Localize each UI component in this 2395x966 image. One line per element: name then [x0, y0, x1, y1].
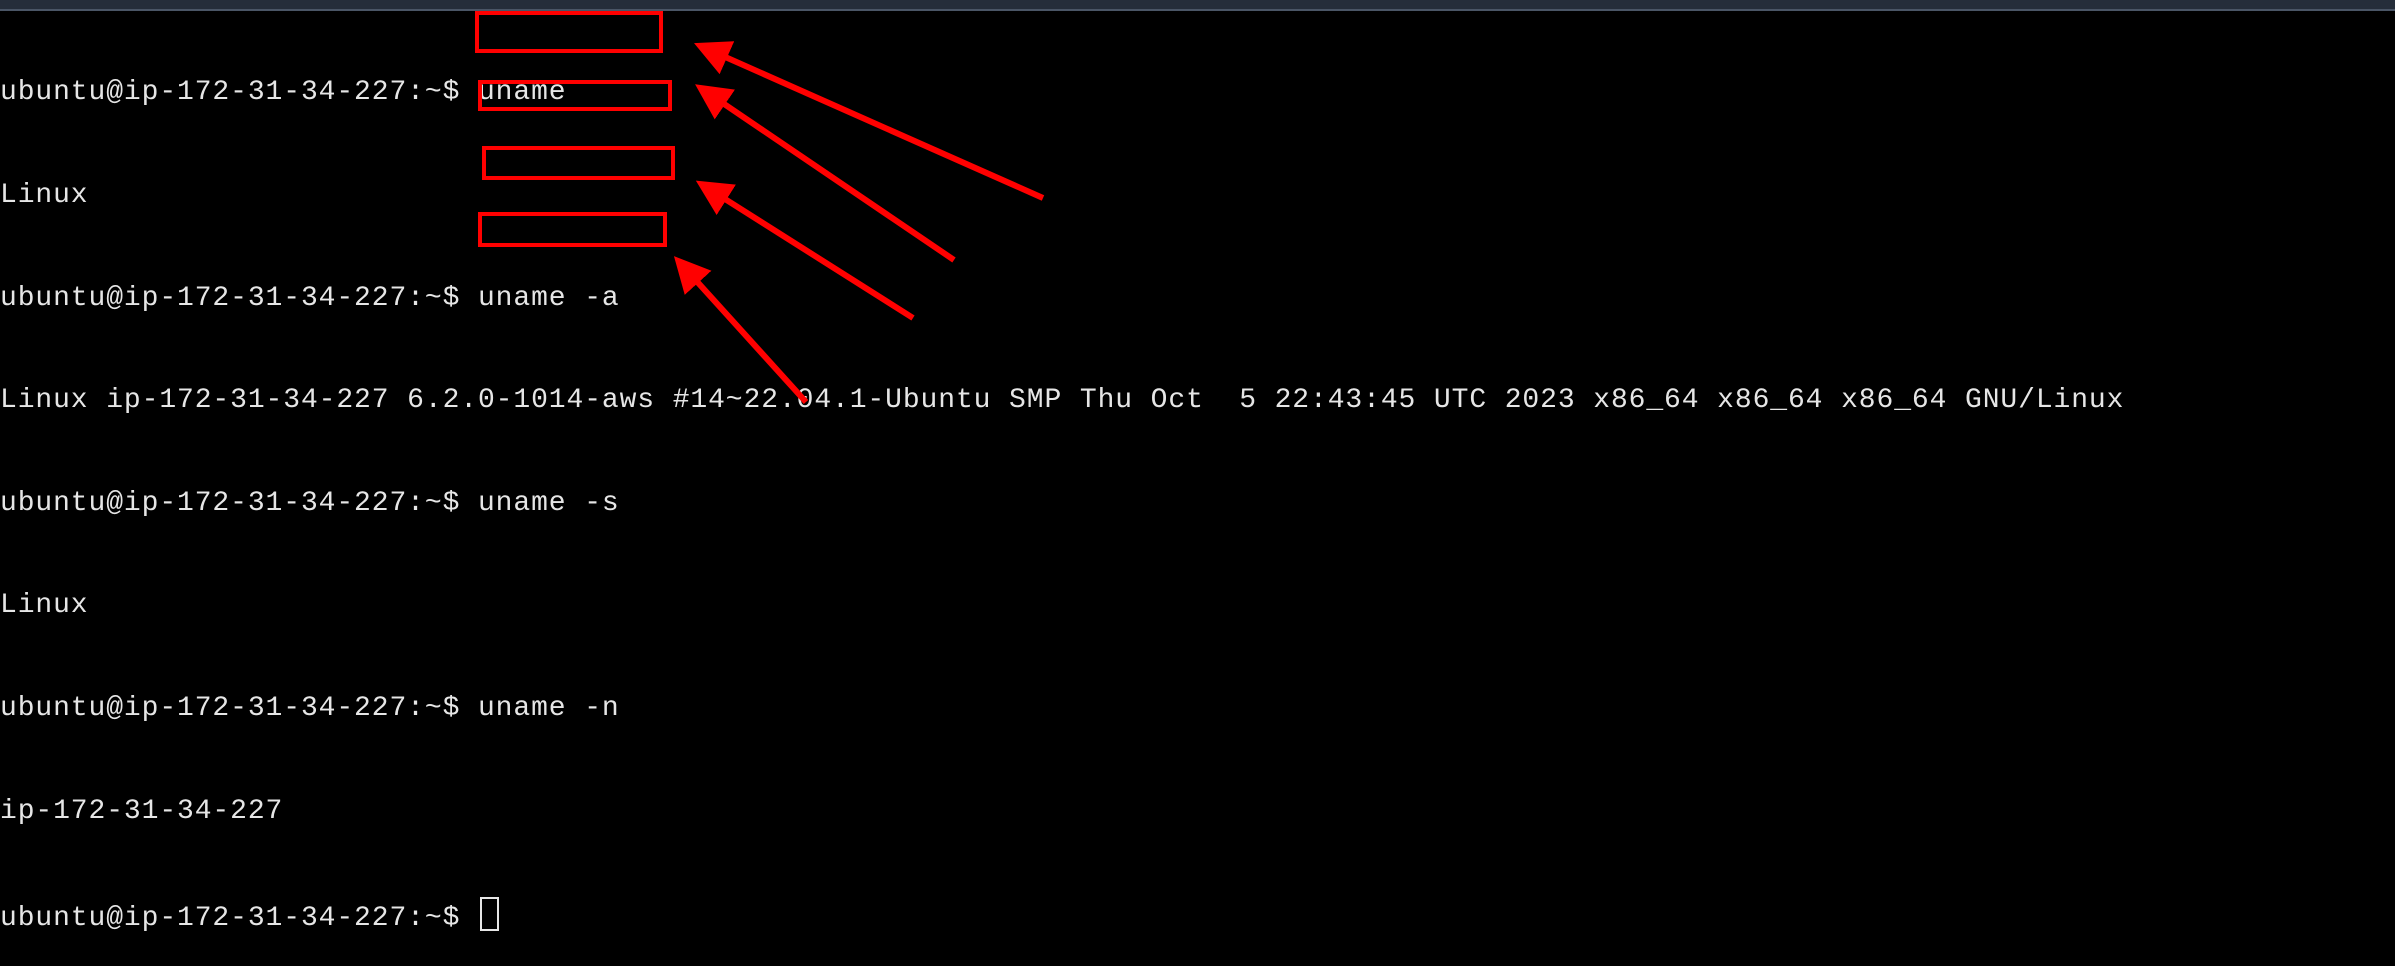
arrow-uname-n	[673, 256, 809, 405]
annotation-arrows	[673, 41, 1045, 405]
output-line: Linux	[0, 590, 89, 622]
prompt: ubuntu@ip-172-31-34-227:~$	[0, 903, 478, 935]
command: uname -n	[477, 692, 620, 724]
arrow-uname-s	[695, 180, 915, 321]
prompt-line: ubuntu@ip-172-31-34-227:~$	[0, 897, 2124, 935]
arrow-uname-a	[695, 84, 956, 263]
prompt: ubuntu@ip-172-31-34-227:~$	[0, 692, 478, 724]
prompt-line: ubuntu@ip-172-31-34-227:~$ uname -n	[0, 692, 2124, 726]
terminal-cursor	[479, 897, 499, 932]
output-line: ip-172-31-34-227	[0, 795, 284, 827]
